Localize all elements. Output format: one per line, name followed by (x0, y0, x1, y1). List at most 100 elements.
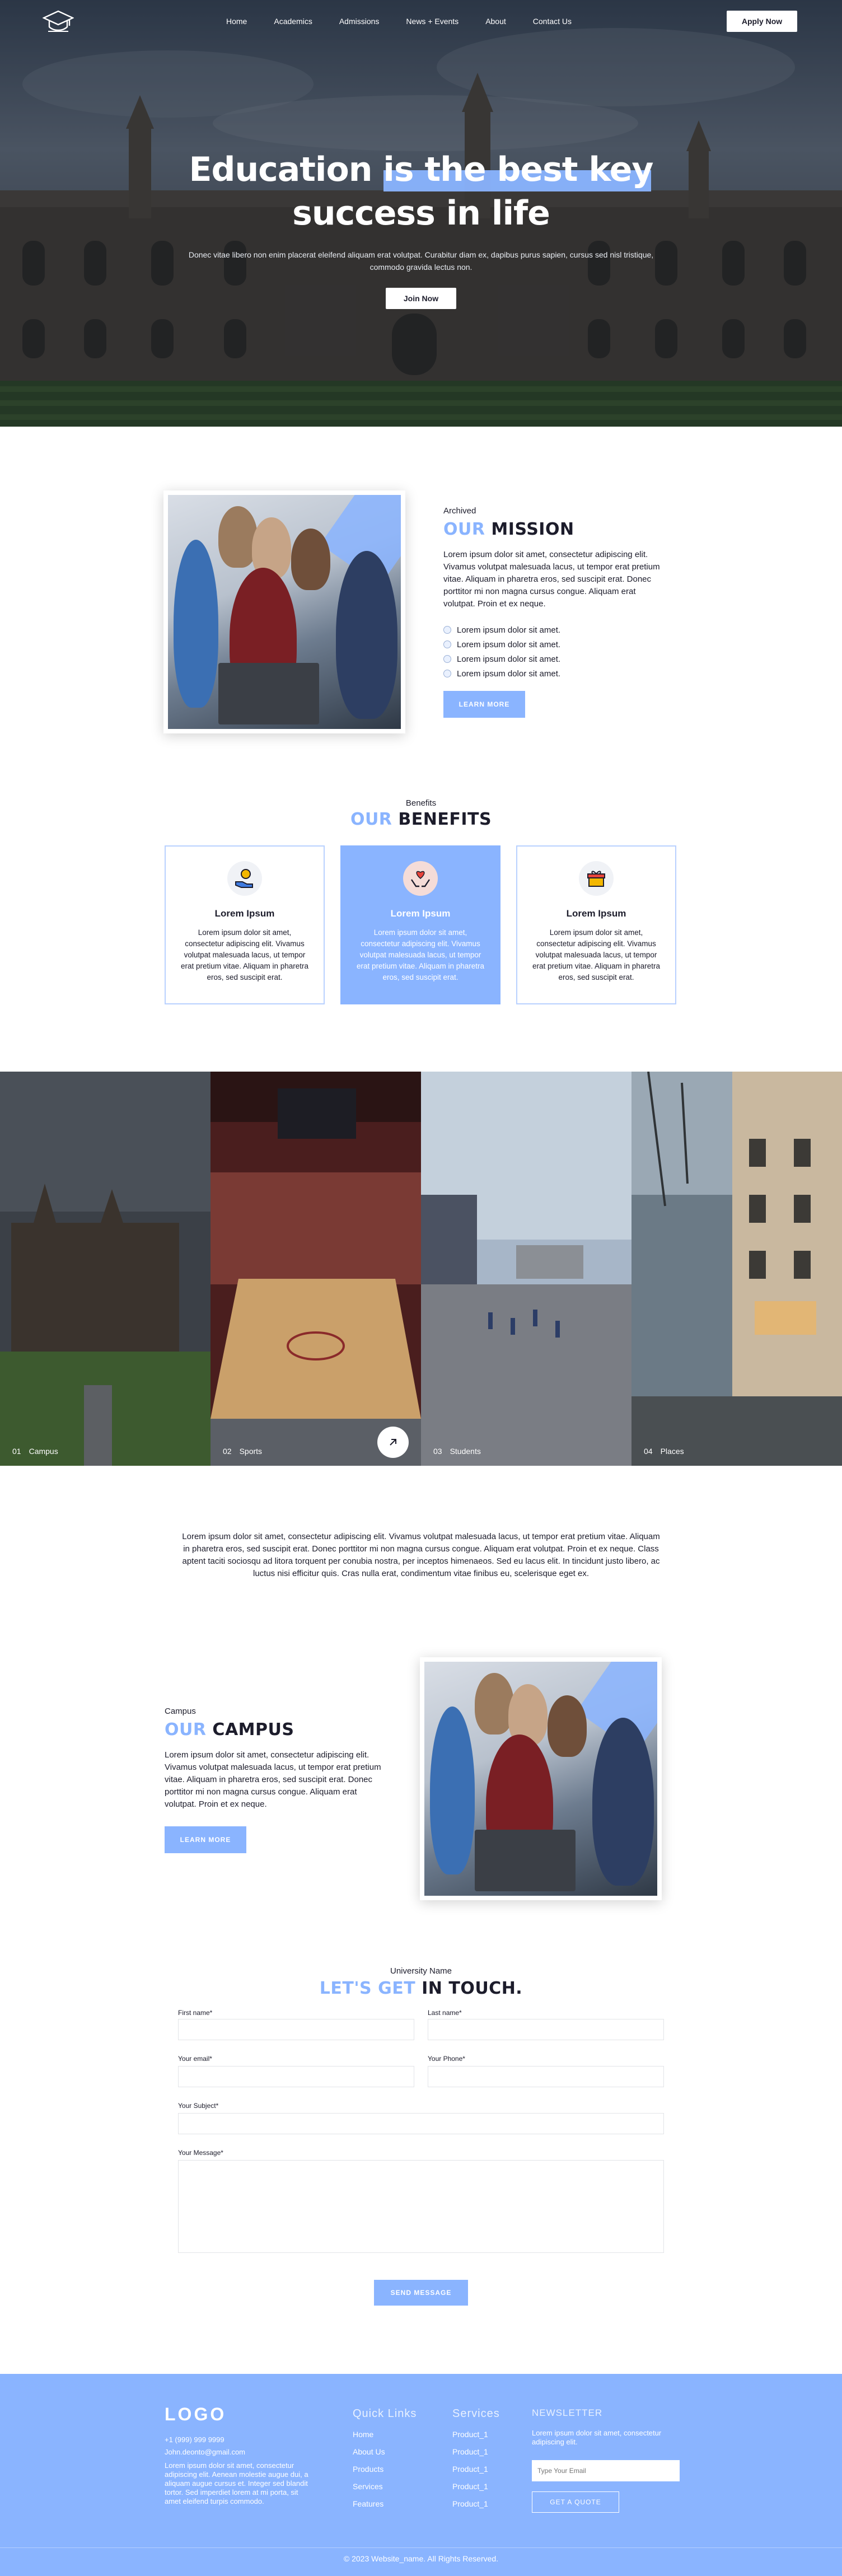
nav-link-admissions[interactable]: Admissions (339, 17, 380, 26)
message-label: Your Message* (178, 2149, 223, 2157)
gallery-tile-places[interactable]: 04 Places (632, 1072, 842, 1466)
places-photo (632, 1072, 842, 1466)
newsletter-email-input[interactable] (532, 2460, 680, 2481)
top-nav: Home Academics Admissions News + Events … (0, 0, 842, 44)
campus-title: OUR CAMPUS (165, 1720, 294, 1740)
hand-coin-icon (227, 861, 262, 896)
footer-link-features[interactable]: Features (353, 2499, 383, 2508)
campus-photo (420, 1657, 662, 1900)
message-field[interactable] (178, 2160, 664, 2253)
get-quote-button[interactable]: GET A QUOTE (532, 2491, 619, 2513)
last-name-field[interactable] (428, 2019, 664, 2040)
page: Home Academics Admissions News + Events … (0, 0, 842, 2576)
mission-checklist: Lorem ipsum dolor sit amet. Lorem ipsum … (443, 623, 560, 681)
gift-box-icon (579, 861, 614, 896)
heart-hands-icon (403, 861, 438, 896)
quick-links-title: Quick Links (353, 2407, 417, 2420)
footer-link-products[interactable]: Products (353, 2465, 383, 2474)
gallery-number: 02 (223, 1447, 232, 1456)
benefits-title-accent: OUR (350, 810, 392, 829)
gallery-number: 04 (644, 1447, 653, 1456)
services-title: Services (452, 2407, 500, 2420)
phone-label: Your Phone* (428, 2055, 465, 2063)
students-photo (421, 1072, 632, 1466)
gallery-number: 03 (433, 1447, 442, 1456)
benefit-text: Lorem ipsum dolor sit amet, consectetur … (180, 928, 309, 981)
gallery-number: 01 (12, 1447, 21, 1456)
footer-link-about[interactable]: About Us (353, 2447, 385, 2456)
checklist-item-label: Lorem ipsum dolor sit amet. (457, 625, 561, 635)
hero-subtitle: Donec vitae libero non enim placerat ele… (188, 250, 654, 272)
subject-field[interactable] (178, 2113, 664, 2134)
campus-learn-more-button[interactable]: LEARN MORE (165, 1826, 246, 1853)
email-label: Your email* (178, 2055, 212, 2063)
contact-title: LET'S GET IN TOUCH. (0, 1979, 842, 1998)
footer-about: Lorem ipsum dolor sit amet, consectetur … (165, 2461, 308, 2505)
benefit-title: Lorem Ipsum (214, 908, 275, 919)
graduation-cap-icon[interactable] (43, 9, 74, 35)
gallery-label-text: Places (660, 1447, 684, 1456)
benefits-title: OUR BENEFITS (0, 810, 842, 829)
checklist-item: Lorem ipsum dolor sit amet. (443, 637, 560, 652)
campus-title-rest: CAMPUS (212, 1720, 294, 1740)
phone-field[interactable] (428, 2066, 664, 2087)
footer-service-link[interactable]: Product_1 (452, 2447, 488, 2456)
check-circle-icon (443, 655, 451, 663)
join-now-button[interactable]: Join Now (386, 288, 456, 309)
footer-service-link[interactable]: Product_1 (452, 2430, 488, 2439)
mission-title: OUR MISSION (443, 520, 574, 539)
checklist-item-label: Lorem ipsum dolor sit amet. (457, 668, 561, 679)
footer-service-link[interactable]: Product_1 (452, 2482, 488, 2491)
campus-photo (0, 1072, 210, 1466)
mission-title-rest: MISSION (491, 520, 574, 539)
gallery-label: 04 Places (644, 1447, 684, 1456)
footer-divider (0, 2547, 842, 2548)
footer-email[interactable]: John.deonto@gmail.com (165, 2448, 245, 2457)
email-field[interactable] (178, 2066, 414, 2087)
gallery-label: 03 Students (433, 1447, 481, 1456)
arrow-up-right-icon[interactable] (377, 1427, 409, 1458)
footer-service-link[interactable]: Product_1 (452, 2465, 488, 2474)
mission-photo (163, 490, 405, 733)
apply-now-button[interactable]: Apply Now (727, 11, 797, 32)
contact-title-rest: IN TOUCH. (422, 1979, 523, 1998)
nav-link-about[interactable]: About (485, 17, 506, 26)
nav-link-home[interactable]: Home (226, 17, 247, 26)
nav-link-academics[interactable]: Academics (274, 17, 312, 26)
gallery: 01 Campus 02 Sports 03 Students 04 Place… (0, 1072, 842, 1466)
footer-phone[interactable]: +1 (999) 999 9999 (165, 2435, 224, 2444)
hero-title-line-1: Education is the best key (189, 150, 654, 189)
nav-links: Home Academics Admissions News + Events … (226, 17, 598, 26)
gallery-label: 01 Campus (12, 1447, 58, 1456)
checklist-item-label: Lorem ipsum dolor sit amet. (457, 654, 561, 664)
nav-link-contact[interactable]: Contact Us (533, 17, 572, 26)
gallery-tile-sports[interactable]: 02 Sports (210, 1072, 421, 1466)
campus-text: Lorem ipsum dolor sit amet, consectetur … (165, 1750, 381, 1809)
check-circle-icon (443, 670, 451, 677)
group-photo-image (168, 495, 401, 729)
nav-link-news-events[interactable]: News + Events (406, 17, 459, 26)
gallery-tile-students[interactable]: 03 Students (421, 1072, 632, 1466)
mission-learn-more-button[interactable]: LEARN MORE (443, 691, 525, 718)
campus-eyebrow: Campus (165, 1707, 196, 1716)
benefit-card-1[interactable]: Lorem Ipsum Lorem ipsum dolor sit amet, … (165, 845, 325, 1004)
first-name-field[interactable] (178, 2019, 414, 2040)
footer-link-home[interactable]: Home (353, 2430, 373, 2439)
intro-paragraph: Lorem ipsum dolor sit amet, consectetur … (182, 1532, 660, 1578)
benefit-card-3[interactable]: Lorem Ipsum Lorem ipsum dolor sit amet, … (516, 845, 676, 1004)
mission-text: Lorem ipsum dolor sit amet, consectetur … (443, 550, 660, 609)
footer-logo[interactable]: LOGO (165, 2404, 226, 2425)
gallery-label-text: Campus (29, 1447, 58, 1456)
checklist-item-label: Lorem ipsum dolor sit amet. (457, 639, 561, 649)
gallery-tile-campus[interactable]: 01 Campus (0, 1072, 210, 1466)
hero-title: Education is the best key success in lif… (0, 148, 842, 235)
gallery-label-text: Sports (239, 1447, 263, 1456)
footer-service-link[interactable]: Product_1 (452, 2499, 488, 2508)
send-message-button[interactable]: SEND MESSAGE (374, 2280, 468, 2306)
footer-link-services[interactable]: Services (353, 2482, 383, 2491)
checklist-item: Lorem ipsum dolor sit amet. (443, 652, 560, 666)
mission-title-accent: OUR (443, 520, 485, 539)
check-circle-icon (443, 641, 451, 648)
last-name-label: Last name* (428, 2009, 462, 2017)
benefit-card-2[interactable]: Lorem Ipsum Lorem ipsum dolor sit amet, … (340, 845, 500, 1004)
